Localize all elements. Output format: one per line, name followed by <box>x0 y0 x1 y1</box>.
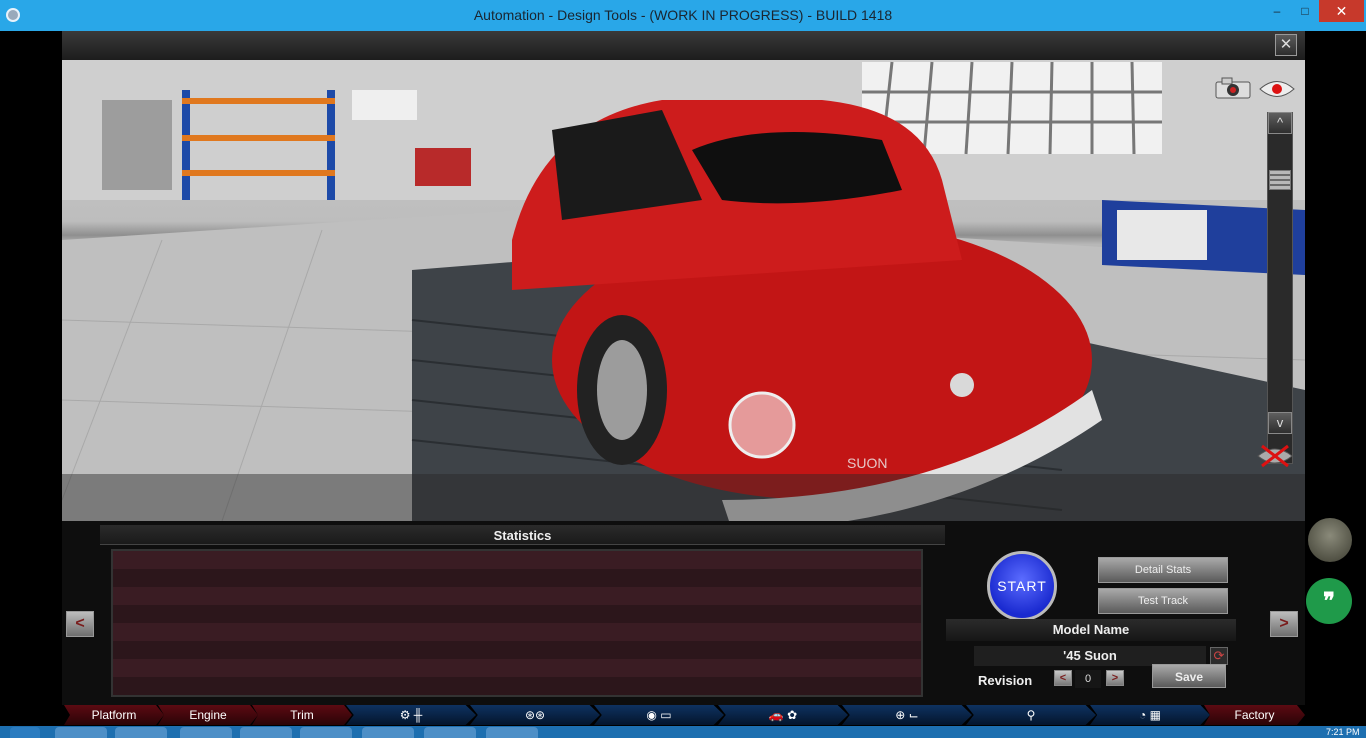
hangouts-icon[interactable]: ❞ <box>1306 578 1352 624</box>
revision-prev-button[interactable]: < <box>1054 670 1072 686</box>
revision-value: 0 <box>1075 670 1101 688</box>
window-close-button[interactable]: ✕ <box>1319 0 1364 22</box>
window-titlebar: Automation - Design Tools - (WORK IN PRO… <box>0 0 1366 31</box>
taskbar-game-icon[interactable] <box>424 727 476 738</box>
prev-page-button[interactable]: < <box>66 611 94 637</box>
whiteboard <box>352 90 417 120</box>
model-name-label: Model Name <box>946 619 1236 641</box>
cabinet <box>102 100 172 190</box>
start-menu-icon[interactable] <box>10 727 40 738</box>
refresh-icon[interactable]: ⟳ <box>1210 647 1228 665</box>
tab-platform[interactable]: Platform <box>64 705 164 725</box>
tab-interior[interactable]: ⊕ ⌙ <box>842 705 972 725</box>
revision-label: Revision <box>978 673 1033 688</box>
bottom-panel: Statistics < > START Detail Stats Test T… <box>62 521 1305 705</box>
red-toolbox <box>415 148 471 186</box>
tab-suspension[interactable]: ⊛⊛ <box>470 705 600 725</box>
avatar[interactable] <box>1308 518 1352 562</box>
statistics-title: Statistics <box>100 525 945 545</box>
taskbar-chrome-icon[interactable] <box>300 727 352 738</box>
tab-body[interactable]: 🚗 ✿ <box>718 705 848 725</box>
zoom-down-button[interactable]: v <box>1268 412 1292 434</box>
close-tool-button[interactable]: ✕ <box>1275 34 1297 56</box>
taskbar-app-icon[interactable] <box>55 727 107 738</box>
eye-icon[interactable] <box>1258 78 1296 100</box>
hide-view-icon[interactable] <box>1256 442 1294 470</box>
detail-stats-button[interactable]: Detail Stats <box>1098 557 1228 583</box>
taskbar-paint-icon[interactable] <box>486 727 538 738</box>
tab-testing[interactable]: ◔ ▦ <box>1090 705 1210 725</box>
tab-brakes[interactable]: ◉ ▭ <box>594 705 724 725</box>
design-tools-app: ✕ SUON ^ v Statistics < > START Detail S… <box>62 31 1305 725</box>
car-viewport[interactable]: SUON ^ v <box>62 60 1305 521</box>
tab-engine[interactable]: Engine <box>158 705 258 725</box>
taskbar-folder-icon[interactable] <box>115 727 167 738</box>
maximize-button[interactable]: □ <box>1292 0 1318 22</box>
statistics-list <box>111 549 923 697</box>
test-track-button[interactable]: Test Track <box>1098 588 1228 614</box>
minimize-button[interactable]: – <box>1264 0 1290 22</box>
next-page-button[interactable]: > <box>1270 611 1298 637</box>
viewport-shade <box>62 474 1305 521</box>
taskbar-browser-icon[interactable] <box>240 727 292 738</box>
garage-scene: SUON <box>62 60 1305 521</box>
top-strip <box>62 31 1305 60</box>
tab-gearbox[interactable]: ⚙ ╫ <box>346 705 476 725</box>
zoom-up-button[interactable]: ^ <box>1268 112 1292 134</box>
tab-assists[interactable]: ⚲ <box>966 705 1096 725</box>
plate-text: SUON <box>847 455 887 471</box>
save-button[interactable]: Save <box>1152 664 1226 688</box>
design-tabs: Platform Engine Trim ⚙ ╫ ⊛⊛ ◉ ▭ 🚗 ✿ ⊕ ⌙ … <box>62 705 1305 725</box>
tab-trim[interactable]: Trim <box>252 705 352 725</box>
camera-icon[interactable] <box>1214 76 1254 100</box>
revision-next-button[interactable]: > <box>1106 670 1124 686</box>
start-button[interactable]: START <box>987 551 1057 621</box>
taskbar-store-icon[interactable] <box>180 727 232 738</box>
taskbar-outlook-icon[interactable] <box>362 727 414 738</box>
taskbar-clock: 7:21 PM <box>1326 727 1360 737</box>
model-name-field[interactable]: '45 Suon <box>974 646 1206 666</box>
zoom-slider-thumb[interactable] <box>1269 170 1291 190</box>
tab-factory[interactable]: Factory <box>1204 705 1305 725</box>
window-title: Automation - Design Tools - (WORK IN PRO… <box>473 7 893 23</box>
